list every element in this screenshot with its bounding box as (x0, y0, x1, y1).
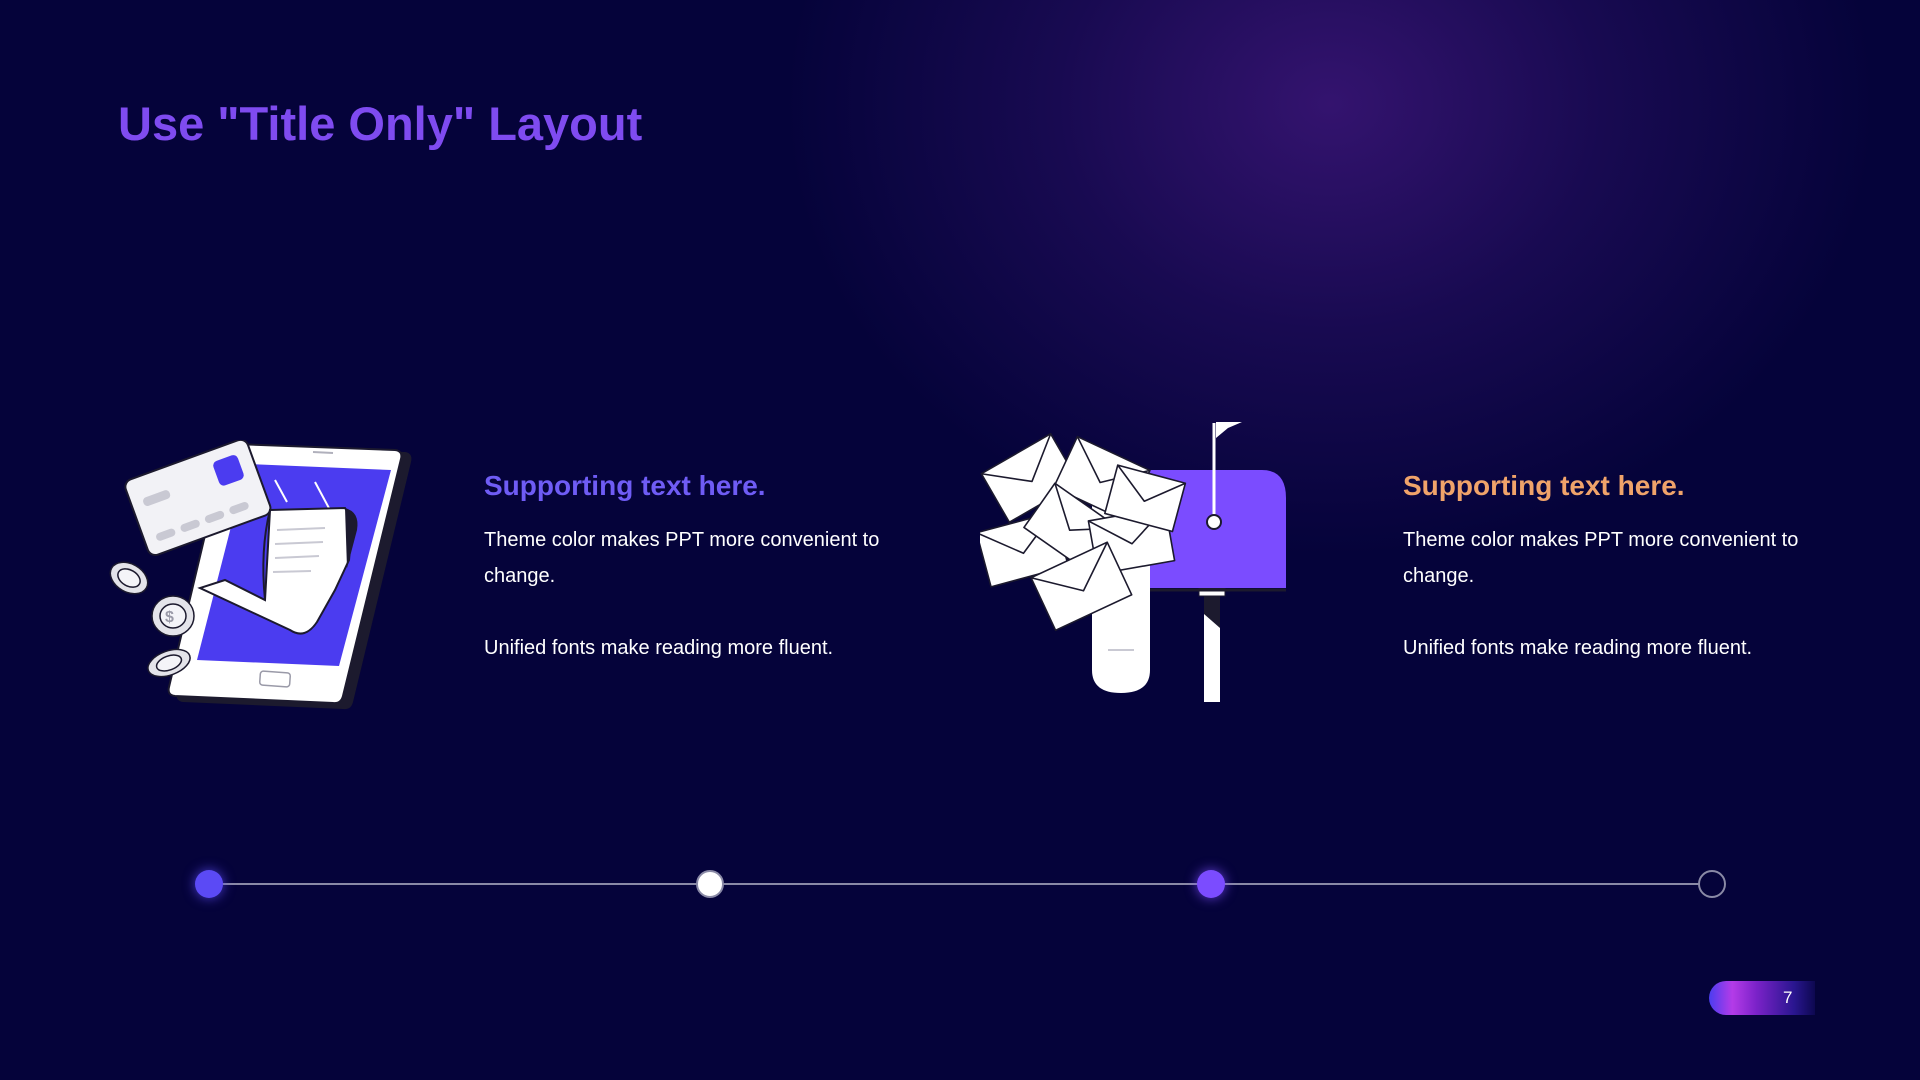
item-1-line2: Unified fonts make reading more fluent. (484, 637, 834, 659)
page-number: 7 (1783, 988, 1793, 1007)
item-1-heading: Supporting text here. (484, 470, 766, 501)
timeline-line (208, 883, 1712, 885)
timeline-dot-1 (195, 870, 223, 898)
item-2-line2: Unified fonts make reading more fluent. (1403, 637, 1753, 659)
svg-text:$: $ (165, 609, 174, 626)
item-2-line1: Theme color makes PPT more convenient to… (1403, 529, 1799, 587)
item-1-body: Theme color makes PPT more convenient to… (484, 522, 884, 666)
timeline-dot-4 (1698, 870, 1726, 898)
background-glow (780, 0, 1880, 560)
item-2-body: Theme color makes PPT more convenient to… (1403, 522, 1803, 666)
mailbox-letters-icon (980, 422, 1286, 702)
page-number-badge (1709, 981, 1815, 1015)
item-1-line1: Theme color makes PPT more convenient to… (484, 529, 880, 587)
timeline-dot-3 (1197, 870, 1225, 898)
item-2-heading: Supporting text here. (1403, 470, 1685, 501)
timeline-dot-2 (696, 870, 724, 898)
slide-title: Use "Title Only" Layout (118, 97, 643, 150)
slide: Use "Title Only" Layout $ Supporting tex… (0, 0, 1920, 1080)
phone-payment-receipt-icon: $ (109, 440, 412, 710)
